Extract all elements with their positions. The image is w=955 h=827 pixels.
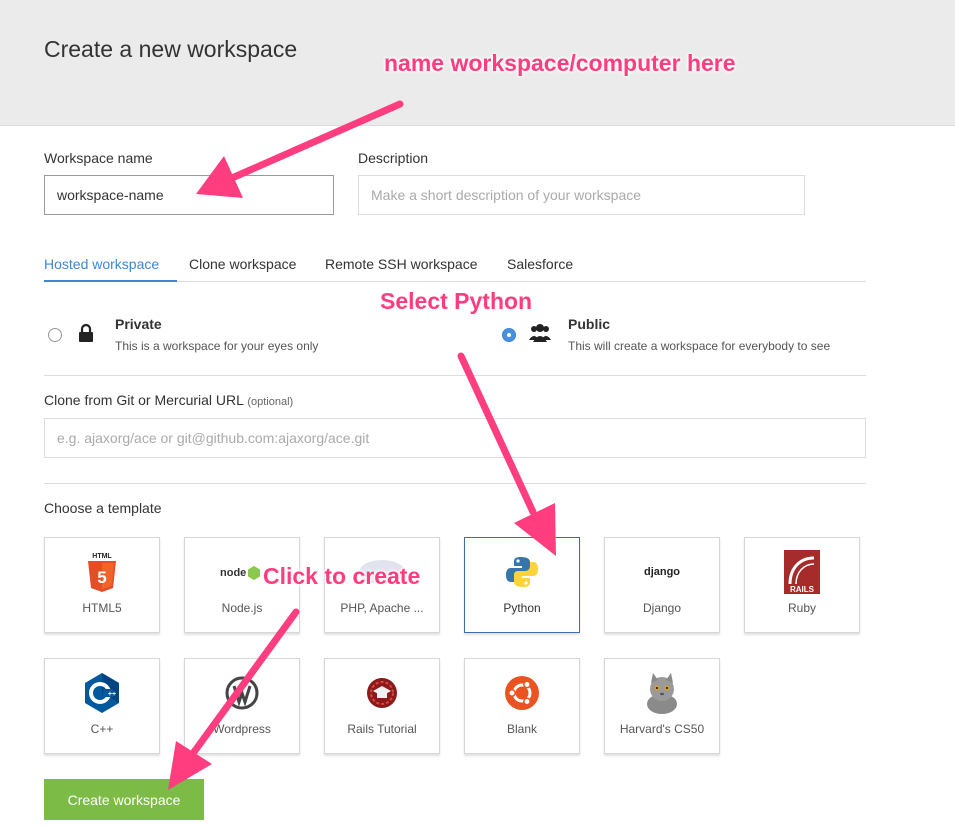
tab-salesforce[interactable]: Salesforce	[507, 248, 573, 282]
template-name: PHP, Apache ...	[340, 601, 424, 615]
template-wordpress[interactable]: Wordpress	[184, 658, 300, 754]
tab-remote-ssh-workspace[interactable]: Remote SSH workspace	[325, 248, 478, 282]
rails-icon: RAILS	[745, 550, 859, 594]
html5-icon: HTML 5	[45, 552, 159, 592]
template-name: Rails Tutorial	[347, 722, 417, 736]
template-name: Blank	[506, 722, 538, 736]
template-name: C++	[90, 722, 114, 736]
django-logo-text: django	[643, 566, 681, 578]
clone-url-input[interactable]: e.g. ajaxorg/ace or git@github.com:ajaxo…	[44, 418, 866, 458]
divider	[44, 375, 866, 376]
clone-url-optional: (optional)	[247, 396, 294, 408]
clone-url-label: Clone from Git or Mercurial URL (optiona…	[44, 392, 293, 408]
rails-logo-text: RAILS	[790, 585, 815, 594]
template-python[interactable]: Python	[464, 537, 580, 633]
description-label: Description	[358, 150, 429, 166]
workspace-name-input[interactable]: workspace-name	[44, 175, 334, 215]
users-icon	[529, 323, 551, 343]
template-blank[interactable]: Blank	[464, 658, 580, 754]
annotation-name-hint: name workspace/computer here	[384, 50, 736, 76]
lock-icon	[77, 323, 95, 343]
template-cpp[interactable]: ++ C++	[44, 658, 160, 754]
template-name: Node.js	[221, 601, 263, 615]
public-desc: This will create a workspace for everybo…	[568, 339, 831, 353]
template-rails-tutorial[interactable]: Rails Tutorial	[324, 658, 440, 754]
template-name: HTML5	[82, 601, 122, 615]
ubuntu-icon	[465, 673, 579, 713]
template-name: Ruby	[787, 601, 816, 615]
svg-text:++: ++	[108, 691, 116, 698]
divider	[44, 483, 866, 484]
wordpress-icon	[185, 673, 299, 713]
cpp-icon: ++	[45, 673, 159, 713]
template-name: Wordpress	[213, 722, 271, 736]
svg-text:HTML: HTML	[92, 553, 112, 560]
django-icon: django	[605, 552, 719, 592]
choose-template-label: Choose a template	[44, 500, 162, 516]
template-harvard-cs50[interactable]: Harvard's CS50	[604, 658, 720, 754]
public-radio[interactable]	[502, 328, 516, 342]
private-desc: This is a workspace for your eyes only	[115, 339, 319, 353]
annotation-click-to-create: Click to create	[263, 563, 421, 589]
workspace-name-label: Workspace name	[44, 150, 153, 166]
description-input[interactable]: Make a short description of your workspa…	[358, 175, 805, 215]
private-title: Private	[115, 316, 162, 332]
template-name: Harvard's CS50	[619, 722, 705, 736]
annotation-select-python: Select Python	[380, 288, 533, 314]
svg-text:5: 5	[97, 568, 106, 587]
template-name: Django	[642, 601, 682, 615]
cs50-cat-icon	[605, 673, 719, 714]
page-title: Create a new workspace	[44, 36, 298, 62]
nodejs-logo-text: node	[220, 567, 246, 579]
template-ruby[interactable]: RAILS Ruby	[744, 537, 860, 633]
create-workspace-button[interactable]: Create workspace	[44, 779, 204, 820]
workspace-type-tabs: Hosted workspace Clone workspace Remote …	[44, 248, 866, 282]
python-icon	[465, 552, 579, 592]
tab-clone-workspace[interactable]: Clone workspace	[189, 248, 296, 282]
tab-hosted-workspace[interactable]: Hosted workspace	[44, 248, 177, 282]
template-django[interactable]: django Django	[604, 537, 720, 633]
template-html5[interactable]: HTML 5 HTML5	[44, 537, 160, 633]
rails-tutorial-icon	[325, 673, 439, 713]
clone-url-label-text: Clone from Git or Mercurial URL	[44, 392, 244, 408]
private-radio[interactable]	[48, 328, 62, 342]
template-name: Python	[503, 601, 541, 615]
public-title: Public	[568, 316, 611, 332]
